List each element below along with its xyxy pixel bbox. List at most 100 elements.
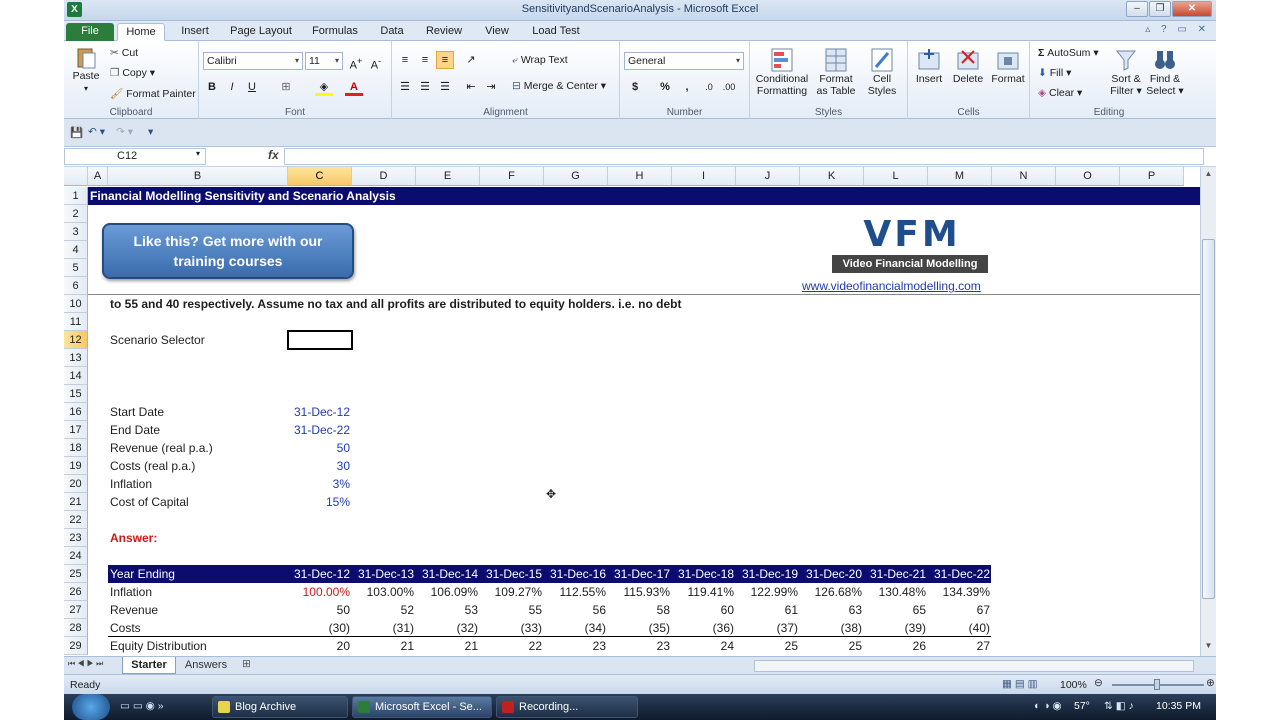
column-header[interactable]: K bbox=[800, 167, 864, 186]
row-header[interactable]: 28 bbox=[64, 619, 88, 637]
insert-sheet-icon[interactable]: ⊞ bbox=[242, 658, 251, 670]
fill-button[interactable]: ⬇ Fill ▾ bbox=[1038, 67, 1071, 79]
table-cell[interactable]: 122.99% bbox=[736, 583, 798, 601]
table-cell[interactable]: 24 bbox=[672, 637, 734, 655]
cell-styles-button[interactable]: Cell Styles bbox=[862, 47, 902, 97]
table-cell[interactable]: (39) bbox=[864, 619, 926, 637]
decrease-indent-icon[interactable]: ⇤ bbox=[462, 78, 480, 96]
row-header[interactable]: 17 bbox=[64, 421, 88, 439]
table-cell[interactable]: 109.27% bbox=[480, 583, 542, 601]
row-header[interactable]: 5 bbox=[64, 259, 88, 277]
table-cell[interactable]: (31) bbox=[352, 619, 414, 637]
row-header[interactable]: 1 bbox=[64, 187, 88, 205]
vertical-scrollbar[interactable]: ▲ ▼ bbox=[1200, 167, 1216, 656]
column-header[interactable]: E bbox=[416, 167, 480, 186]
format-as-table-button[interactable]: Format as Table bbox=[812, 47, 860, 97]
table-cell[interactable]: 134.39% bbox=[928, 583, 990, 601]
table-cell[interactable]: 25 bbox=[736, 637, 798, 655]
table-cell[interactable]: 115.93% bbox=[608, 583, 670, 601]
tab-view[interactable]: View bbox=[478, 23, 516, 41]
italic-button[interactable]: I bbox=[223, 78, 241, 96]
sheet-tab-starter[interactable]: Starter bbox=[122, 657, 176, 674]
underline-button[interactable]: U bbox=[243, 78, 261, 96]
input-value[interactable]: 31-Dec-22 bbox=[288, 421, 350, 439]
table-cell[interactable]: 25 bbox=[800, 637, 862, 655]
table-cell[interactable]: 106.09% bbox=[416, 583, 478, 601]
zoom-in-icon[interactable]: ⊕ bbox=[1206, 677, 1215, 689]
column-header[interactable]: P bbox=[1120, 167, 1184, 186]
row-header[interactable]: 22 bbox=[64, 511, 88, 529]
training-courses-button[interactable]: Like this? Get more with our training co… bbox=[102, 223, 354, 279]
table-cell[interactable]: (35) bbox=[608, 619, 670, 637]
table-cell[interactable]: 63 bbox=[800, 601, 862, 619]
font-color-icon[interactable]: A bbox=[345, 78, 363, 96]
customize-qat-icon[interactable]: ▾ bbox=[148, 126, 153, 138]
row-header[interactable]: 20 bbox=[64, 475, 88, 493]
scroll-down-icon[interactable]: ▼ bbox=[1202, 641, 1215, 653]
worksheet-grid[interactable]: A B C D E F G H I J K L M N O P 1 2 3 4 … bbox=[64, 167, 1200, 656]
table-cell[interactable]: 60 bbox=[672, 601, 734, 619]
format-painter-button[interactable]: 🖌 Format Painter bbox=[110, 87, 196, 100]
column-header[interactable]: D bbox=[352, 167, 416, 186]
tab-home[interactable]: Home bbox=[117, 23, 165, 41]
copy-button[interactable]: ❐ Copy ▾ bbox=[110, 67, 155, 79]
close-icon[interactable]: ✕ bbox=[1172, 1, 1212, 17]
row-header[interactable]: 11 bbox=[64, 313, 88, 331]
scroll-thumb[interactable] bbox=[1202, 239, 1215, 599]
tray-network-icons[interactable]: ⇅ ◧ ♪ bbox=[1104, 700, 1134, 712]
name-box[interactable]: C12 bbox=[64, 148, 206, 165]
borders-icon[interactable]: ⊞ bbox=[277, 78, 295, 96]
column-header[interactable]: F bbox=[480, 167, 544, 186]
horizontal-scrollbar[interactable] bbox=[754, 660, 1194, 672]
table-cell[interactable]: 27 bbox=[928, 637, 990, 655]
column-header[interactable]: O bbox=[1056, 167, 1120, 186]
name-box-dropdown-icon[interactable]: ▾ bbox=[196, 149, 200, 158]
scroll-up-icon[interactable]: ▲ bbox=[1202, 169, 1215, 181]
column-header[interactable]: N bbox=[992, 167, 1056, 186]
input-value[interactable]: 31-Dec-12 bbox=[288, 403, 350, 421]
row-header[interactable]: 4 bbox=[64, 241, 88, 259]
table-cell[interactable]: 55 bbox=[480, 601, 542, 619]
undo-icon[interactable]: ↶ ▾ bbox=[88, 126, 105, 138]
column-header[interactable]: M bbox=[928, 167, 992, 186]
shrink-font-icon[interactable]: A- bbox=[367, 52, 385, 72]
orientation-icon[interactable]: ↗ bbox=[462, 51, 480, 69]
insert-function-icon[interactable]: fx bbox=[268, 148, 279, 162]
column-header[interactable]: B bbox=[108, 167, 288, 186]
row-header[interactable]: 19 bbox=[64, 457, 88, 475]
row-header[interactable]: 23 bbox=[64, 529, 88, 547]
table-cell[interactable]: 119.41% bbox=[672, 583, 734, 601]
save-icon[interactable]: 💾 bbox=[70, 126, 83, 139]
delete-cells-button[interactable]: Delete bbox=[948, 47, 988, 85]
column-header[interactable]: A bbox=[88, 167, 108, 186]
font-name-combo[interactable]: Calibri bbox=[203, 52, 303, 70]
merge-center-button[interactable]: ⊟ Merge & Center ▾ bbox=[512, 80, 606, 92]
table-cell[interactable]: (40) bbox=[928, 619, 990, 637]
column-header[interactable]: H bbox=[608, 167, 672, 186]
row-header[interactable]: 10 bbox=[64, 295, 88, 313]
row-header[interactable]: 12 bbox=[64, 331, 88, 349]
row-header[interactable]: 27 bbox=[64, 601, 88, 619]
minimize-icon[interactable]: – bbox=[1126, 1, 1148, 17]
table-cell[interactable]: 23 bbox=[608, 637, 670, 655]
row-header[interactable]: 13 bbox=[64, 349, 88, 367]
table-cell[interactable]: 103.00% bbox=[352, 583, 414, 601]
table-cell[interactable]: 112.55% bbox=[544, 583, 606, 601]
row-header[interactable]: 16 bbox=[64, 403, 88, 421]
sort-filter-button[interactable]: Sort & Filter ▾ bbox=[1108, 47, 1144, 97]
sheet-tab-answers[interactable]: Answers bbox=[176, 657, 236, 674]
align-center-icon[interactable]: ☰ bbox=[416, 78, 434, 96]
table-cell[interactable]: 26 bbox=[864, 637, 926, 655]
table-cell[interactable]: (30) bbox=[288, 619, 350, 637]
tab-insert[interactable]: Insert bbox=[172, 23, 218, 41]
tab-load-test[interactable]: Load Test bbox=[526, 23, 586, 41]
formula-input[interactable] bbox=[284, 148, 1204, 165]
tab-file[interactable]: File bbox=[66, 23, 114, 41]
input-value[interactable]: 30 bbox=[288, 457, 350, 475]
row-header[interactable]: 15 bbox=[64, 385, 88, 403]
table-cell[interactable]: (36) bbox=[672, 619, 734, 637]
column-header[interactable]: L bbox=[864, 167, 928, 186]
table-cell[interactable]: 61 bbox=[736, 601, 798, 619]
table-cell[interactable]: (32) bbox=[416, 619, 478, 637]
column-header[interactable]: J bbox=[736, 167, 800, 186]
